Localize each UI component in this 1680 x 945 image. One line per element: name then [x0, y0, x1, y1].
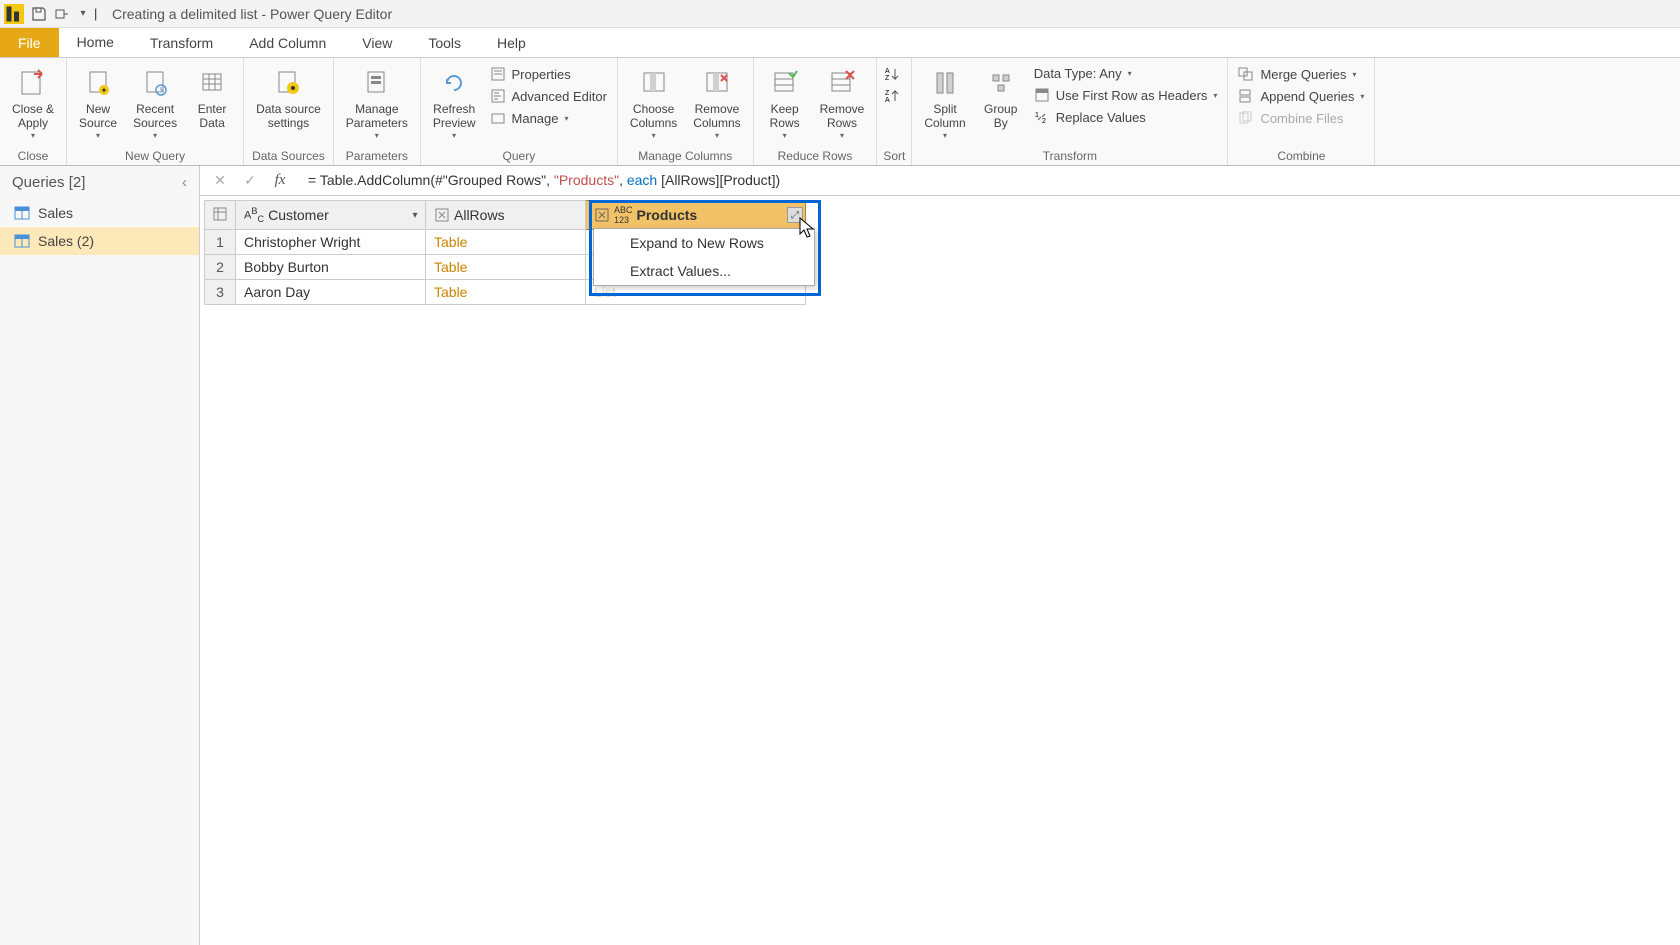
- table-icon: [14, 234, 30, 248]
- fx-icon[interactable]: fx: [268, 169, 292, 193]
- properties-button[interactable]: Properties: [486, 64, 611, 84]
- ribbon-group-data-sources: Data source settings Data Sources: [244, 58, 334, 165]
- ribbon-group-new-query: ✦ New Source▾ Recent Sources▾ Enter Data…: [67, 58, 244, 165]
- group-by-button[interactable]: Group By: [976, 64, 1026, 133]
- filter-customer-icon[interactable]: ▾: [407, 207, 423, 223]
- svg-text:A: A: [885, 97, 890, 103]
- ribbon-group-close: Close & Apply▾ Close: [0, 58, 67, 165]
- separator: |: [94, 6, 102, 21]
- new-source-button[interactable]: ✦ New Source▾: [73, 64, 123, 142]
- sort-asc-icon: AZ: [885, 66, 901, 82]
- combine-files-icon: [1238, 110, 1254, 126]
- enter-data-button[interactable]: Enter Data: [187, 64, 237, 133]
- formula-text[interactable]: = Table.AddColumn(#"Grouped Rows", "Prod…: [298, 172, 780, 189]
- tab-help[interactable]: Help: [479, 28, 544, 57]
- sort-desc-icon: ZA: [885, 88, 901, 104]
- query-item-sales-2[interactable]: Sales (2): [0, 227, 199, 255]
- close-apply-button[interactable]: Close & Apply▾: [6, 64, 60, 142]
- svg-text:A: A: [885, 68, 890, 75]
- queries-pane: Queries [2] ‹ Sales Sales (2): [0, 166, 200, 945]
- manage-query-button[interactable]: Manage ▾: [486, 108, 611, 128]
- title-bar: ▾ | Creating a delimited list - Power Qu…: [0, 0, 1680, 28]
- headers-icon: [1034, 87, 1050, 103]
- merge-queries-button[interactable]: Merge Queries ▾: [1234, 64, 1368, 84]
- column-header-products[interactable]: ABC123 Products ⤢: [586, 201, 806, 230]
- column-header-customer[interactable]: ABC Customer ▾: [236, 201, 426, 230]
- grid-corner[interactable]: [205, 201, 236, 230]
- file-tab[interactable]: File: [0, 28, 59, 57]
- ribbon: Close & Apply▾ Close ✦ New Source▾ Recen…: [0, 58, 1680, 166]
- cancel-formula-button[interactable]: ✕: [208, 169, 232, 193]
- text-type-icon: ABC: [244, 206, 264, 224]
- tab-add-column[interactable]: Add Column: [231, 28, 344, 57]
- ribbon-group-combine: Merge Queries ▾ Append Queries ▾ Combine…: [1228, 58, 1375, 165]
- ribbon-group-transform: Split Column▾ Group By Data Type: Any ▾ …: [912, 58, 1228, 165]
- expand-to-new-rows-item[interactable]: Expand to New Rows: [594, 229, 814, 257]
- data-type-button[interactable]: Data Type: Any ▾: [1030, 64, 1222, 83]
- save-icon[interactable]: [28, 3, 50, 25]
- tab-tools[interactable]: Tools: [410, 28, 479, 57]
- formula-bar: ✕ ✓ fx = Table.AddColumn(#"Grouped Rows"…: [200, 166, 1680, 196]
- query-item-sales[interactable]: Sales: [0, 199, 199, 227]
- merge-icon: [1238, 66, 1254, 82]
- svg-text:1: 1: [1035, 112, 1039, 119]
- svg-text:2: 2: [1042, 118, 1046, 124]
- choose-columns-button[interactable]: Choose Columns▾: [624, 64, 683, 142]
- data-source-settings-button[interactable]: Data source settings: [250, 64, 327, 133]
- undo-icon[interactable]: [50, 3, 72, 25]
- tab-home[interactable]: Home: [59, 28, 132, 57]
- table-icon: [14, 206, 30, 220]
- expand-allrows-icon[interactable]: [434, 207, 450, 223]
- svg-text:Z: Z: [885, 75, 890, 81]
- data-grid-wrapper: ABC Customer ▾ AllRows: [200, 196, 1680, 309]
- replace-values-button[interactable]: 12 Replace Values: [1030, 107, 1222, 127]
- remove-rows-button[interactable]: Remove Rows▾: [814, 64, 871, 142]
- queries-header: Queries [2] ‹: [0, 166, 199, 199]
- properties-icon: [490, 66, 506, 82]
- append-queries-button[interactable]: Append Queries ▾: [1234, 86, 1368, 106]
- window-title: Creating a delimited list - Power Query …: [112, 6, 392, 22]
- expand-products-dropdown-icon[interactable]: ⤢: [787, 207, 803, 223]
- recent-sources-button[interactable]: Recent Sources▾: [127, 64, 183, 142]
- manage-parameters-button[interactable]: Manage Parameters▾: [340, 64, 414, 142]
- replace-icon: 12: [1034, 109, 1050, 125]
- ribbon-group-query: Refresh Preview▾ Properties Advanced Edi…: [421, 58, 618, 165]
- tab-view[interactable]: View: [344, 28, 410, 57]
- main-area: Queries [2] ‹ Sales Sales (2) ✕ ✓ fx = T…: [0, 166, 1680, 945]
- first-row-headers-button[interactable]: Use First Row as Headers ▾: [1030, 85, 1222, 105]
- qa-dropdown-icon[interactable]: ▾: [72, 3, 94, 25]
- content-area: ✕ ✓ fx = Table.AddColumn(#"Grouped Rows"…: [200, 166, 1680, 945]
- collapse-queries-icon[interactable]: ‹: [182, 174, 187, 191]
- any-type-icon: ABC123: [614, 205, 633, 225]
- tab-transform[interactable]: Transform: [132, 28, 231, 57]
- sort-desc-button[interactable]: ZA: [883, 86, 903, 106]
- expand-products-icon[interactable]: [594, 207, 610, 223]
- sort-asc-button[interactable]: AZ: [883, 64, 903, 84]
- refresh-preview-button[interactable]: Refresh Preview▾: [427, 64, 482, 142]
- accept-formula-button[interactable]: ✓: [238, 169, 262, 193]
- column-header-allrows[interactable]: AllRows: [426, 201, 586, 230]
- append-icon: [1238, 88, 1254, 104]
- svg-text:Z: Z: [885, 90, 890, 97]
- split-column-button[interactable]: Split Column▾: [918, 64, 971, 142]
- app-icon: [4, 4, 24, 24]
- advanced-editor-icon: [490, 88, 506, 104]
- svg-text:✦: ✦: [101, 86, 108, 95]
- combine-files-button[interactable]: Combine Files: [1234, 108, 1368, 128]
- tab-strip: File Home Transform Add Column View Tool…: [0, 28, 1680, 58]
- remove-columns-button[interactable]: Remove Columns▾: [687, 64, 746, 142]
- ribbon-group-parameters: Manage Parameters▾ Parameters: [334, 58, 421, 165]
- advanced-editor-button[interactable]: Advanced Editor: [486, 86, 611, 106]
- manage-icon: [490, 110, 506, 126]
- extract-values-item[interactable]: Extract Values...: [594, 257, 814, 285]
- ribbon-group-reduce-rows: Keep Rows▾ Remove Rows▾ Reduce Rows: [754, 58, 878, 165]
- keep-rows-button[interactable]: Keep Rows▾: [760, 64, 810, 142]
- ribbon-group-manage-columns: Choose Columns▾ Remove Columns▾ Manage C…: [618, 58, 754, 165]
- expand-dropdown-menu: Expand to New Rows Extract Values...: [593, 228, 815, 286]
- ribbon-group-sort: AZ ZA Sort: [877, 58, 912, 165]
